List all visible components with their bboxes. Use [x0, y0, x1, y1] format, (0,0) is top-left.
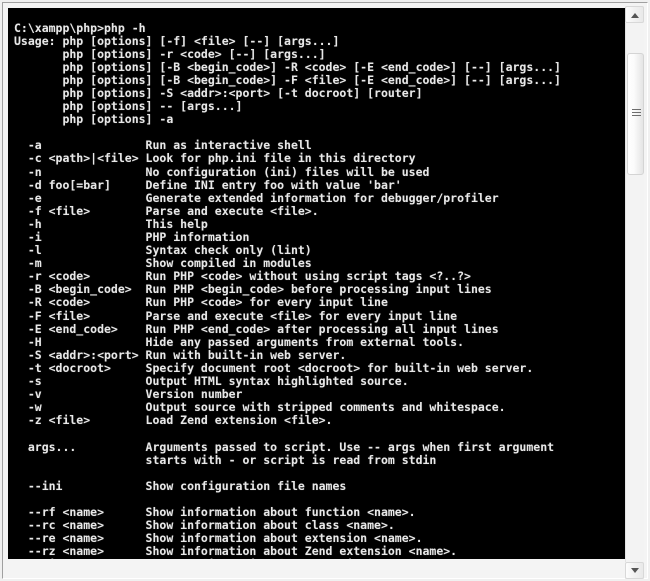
- terminal-line: php [options] [-B <begin_code>] -F <file…: [14, 72, 561, 87]
- grip-lines-icon: [631, 109, 641, 119]
- terminal-line: -H Hide any passed arguments from extern…: [14, 334, 465, 349]
- terminal-line: -S <addr>:<port> Run with built-in web s…: [14, 347, 347, 362]
- triangle-up-icon: [630, 12, 639, 18]
- terminal-line: php [options] -r <code> [--] [args...]: [14, 46, 326, 61]
- terminal-line: args... Arguments passed to script. Use …: [14, 439, 555, 454]
- scrollbar-track[interactable]: [625, 23, 644, 562]
- terminal-line: -F <file> Parse and execute <file> for e…: [14, 308, 458, 323]
- terminal-line: --ri <name> Show configuration for exten…: [14, 558, 628, 559]
- terminal-line: -e Generate extended information for deb…: [14, 190, 499, 205]
- console-client-frame: C:\xampp\php>php -h Usage: php [options] …: [2, 2, 648, 579]
- scroll-down-button[interactable]: [625, 562, 644, 579]
- terminal-line: -E <end_code> Run PHP <end_code> after p…: [14, 321, 499, 336]
- terminal-output-surface[interactable]: C:\xampp\php>php -h Usage: php [options] …: [8, 8, 628, 559]
- terminal-line: starts with - or script is read from std…: [14, 452, 437, 467]
- terminal-line: php [options] -a: [14, 112, 174, 127]
- console-window: C:\xampp\php>php -h Usage: php [options] …: [0, 0, 650, 581]
- terminal-line: -c <path>|<file> Look for php.ini file i…: [14, 151, 416, 166]
- terminal-text-content: C:\xampp\php>php -h Usage: php [options] …: [14, 20, 628, 559]
- terminal-line: php [options] [-B <begin_code>] -R <code…: [14, 59, 561, 74]
- terminal-line: Usage: php [options] [-f] <file> [--] [a…: [14, 33, 340, 48]
- terminal-line: --ini Show configuration file names: [14, 478, 347, 493]
- terminal-line: -z <file> Load Zend extension <file>.: [14, 413, 333, 428]
- terminal-line: -f <file> Parse and execute <file>.: [14, 203, 319, 218]
- terminal-line: -R <code> Run PHP <code> for every input…: [14, 295, 388, 310]
- terminal-line: -n No configuration (ini) files will be …: [14, 164, 430, 179]
- triangle-down-icon: [630, 567, 639, 573]
- scroll-up-button[interactable]: [625, 6, 644, 23]
- terminal-line: -d foo[=bar] Define INI entry foo with v…: [14, 177, 402, 192]
- vertical-scrollbar[interactable]: [625, 6, 644, 579]
- terminal-line: C:\xampp\php>php -h: [14, 20, 146, 35]
- scrollbar-thumb[interactable]: [627, 53, 644, 175]
